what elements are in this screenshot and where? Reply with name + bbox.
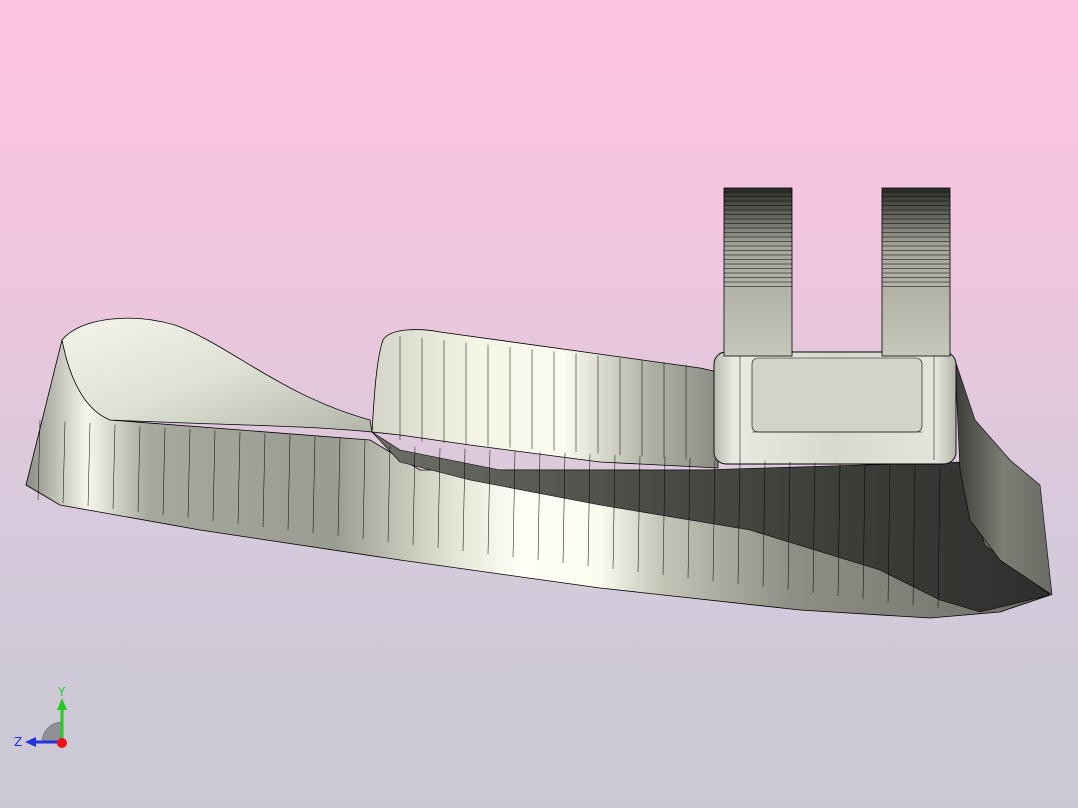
cad-model[interactable] [0,0,1078,808]
y-axis-head [57,698,67,710]
connector-housing-inner [751,357,923,433]
left-prong [723,187,793,357]
z-axis-label: Z [14,735,22,749]
right-prong [881,187,951,357]
z-axis-head [25,737,36,747]
left-hook-top [61,317,373,433]
x-axis-point [57,738,67,748]
mid-wall-face [371,329,719,469]
axis-triad[interactable]: Y Z [10,684,80,754]
3d-viewport[interactable]: Y Z [0,0,1078,808]
y-axis-label: Y [57,685,66,699]
